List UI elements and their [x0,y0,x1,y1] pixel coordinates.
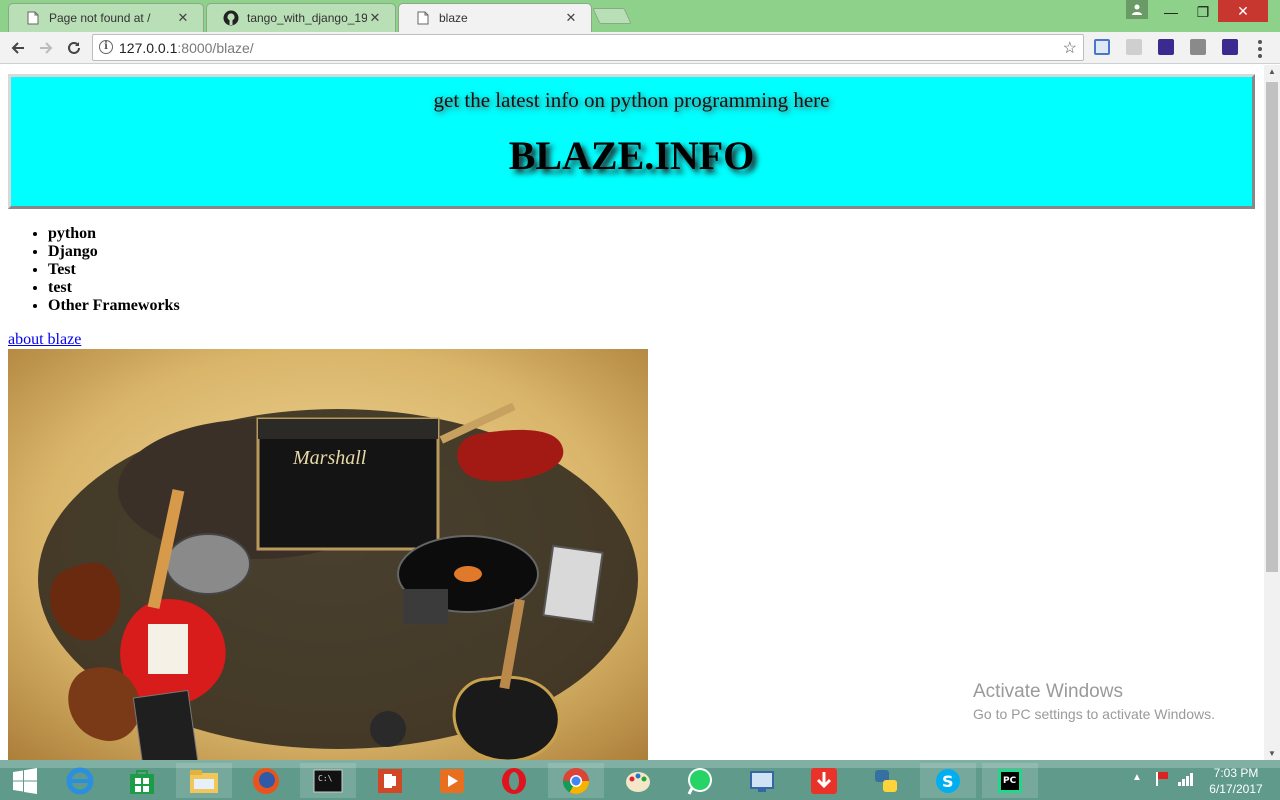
vertical-scrollbar[interactable]: ▲ ▼ [1264,65,1280,760]
tab-github[interactable]: tango_with_django_19/t ✕ [206,3,396,32]
about-link[interactable]: about blaze [8,331,81,349]
tray-clock[interactable]: 7:03 PM 6/17/2017 [1200,765,1272,797]
close-tab-icon[interactable]: ✕ [175,10,191,26]
office-icon[interactable] [362,763,418,798]
activate-title: Activate Windows [973,681,1123,702]
nav-item-python[interactable]: python [48,225,180,243]
back-button[interactable] [6,36,30,60]
svg-text:S: S [942,772,954,791]
activate-windows-watermark: Activate Windows Go to PC settings to ac… [973,681,1215,722]
clock-date: 6/17/2017 [1209,782,1263,796]
extension-icon[interactable] [1222,39,1238,55]
python-icon[interactable] [858,763,914,798]
flag-icon[interactable] [1156,772,1168,786]
tab-blaze[interactable]: blaze ✕ [398,3,592,32]
scroll-down-arrow-icon[interactable]: ▼ [1264,749,1280,758]
browser-toolbar: i 127.0.0.1:8000/blaze/ ☆ [0,32,1280,64]
tab-page-not-found[interactable]: Page not found at / ✕ [8,3,204,32]
page-icon [25,10,41,26]
address-bar[interactable]: i 127.0.0.1:8000/blaze/ ☆ [92,34,1084,61]
back-arrow-icon [11,42,24,54]
new-tab-button[interactable] [592,8,632,24]
bookmark-star-icon[interactable]: ☆ [1063,38,1077,58]
close-tab-icon[interactable]: ✕ [563,10,579,26]
page-icon [415,10,431,26]
site-info-icon[interactable]: i [99,40,113,54]
whatsapp-icon[interactable] [672,763,728,798]
skype-icon[interactable]: S [920,763,976,798]
menu-icon[interactable] [1256,40,1264,58]
forward-button[interactable] [34,36,58,60]
tab-title: tango_with_django_19/t [247,11,367,25]
media-player-icon[interactable] [424,763,480,798]
minimize-button[interactable]: — [1156,0,1186,24]
nav-item-django[interactable]: Django [48,243,180,261]
nav-item-test[interactable]: Test [48,261,180,279]
ie-icon[interactable] [52,763,108,798]
header-banner: get the latest info on python programmin… [8,74,1255,209]
page-viewport: get the latest info on python programmin… [0,65,1264,760]
close-tab-icon[interactable]: ✕ [367,10,383,26]
tab-strip: Page not found at / ✕ tango_with_django_… [0,0,1280,32]
tab-title: blaze [439,11,468,25]
reload-button[interactable] [62,36,86,60]
site-title: BLAZE.INFO [508,133,755,178]
cmd-icon[interactable]: C:\ [300,763,356,798]
extension-icon[interactable] [1094,39,1110,55]
extension-icon[interactable] [1190,39,1206,55]
url-text: 127.0.0.1:8000/blaze/ [119,40,254,56]
file-explorer-icon[interactable] [176,763,232,798]
forward-arrow-icon [40,42,53,54]
scroll-up-arrow-icon[interactable]: ▲ [1264,67,1280,76]
maximize-button[interactable]: ❐ [1188,0,1218,24]
github-icon [223,10,239,26]
nav-list: python Django Test test Other Frameworks [48,225,180,315]
extension-icon[interactable] [1126,39,1142,55]
start-icon[interactable] [0,763,50,798]
nav-item-other-frameworks[interactable]: Other Frameworks [48,297,180,315]
user-profile-icon[interactable] [1126,0,1148,19]
svg-text:C:\: C:\ [318,774,333,783]
extension-icon[interactable] [1158,39,1174,55]
amp-logo: Marshall [292,447,367,469]
hero-image: Marshall [8,349,648,760]
close-window-button[interactable]: ✕ [1218,0,1268,22]
clock-time: 7:03 PM [1213,766,1259,780]
tray-expand-icon[interactable]: ▲ [1132,772,1142,783]
svg-text:PC: PC [1003,776,1017,786]
chrome-icon[interactable] [548,763,604,798]
reload-icon [68,41,80,54]
tab-title: Page not found at / [49,11,151,25]
network-icon[interactable] [1178,772,1194,786]
tagline: get the latest info on python programmin… [433,88,830,112]
opera-icon[interactable] [486,763,542,798]
pycharm-icon[interactable]: PC [982,763,1038,798]
download-icon[interactable] [796,763,852,798]
nav-item-test-lower[interactable]: test [48,279,180,297]
scroll-thumb[interactable] [1266,82,1278,572]
activate-subtitle: Go to PC settings to activate Windows. [973,706,1215,722]
remote-icon[interactable] [734,763,790,798]
firefox-icon[interactable] [238,763,294,798]
paint-icon[interactable] [610,763,666,798]
store-icon[interactable] [114,763,170,798]
